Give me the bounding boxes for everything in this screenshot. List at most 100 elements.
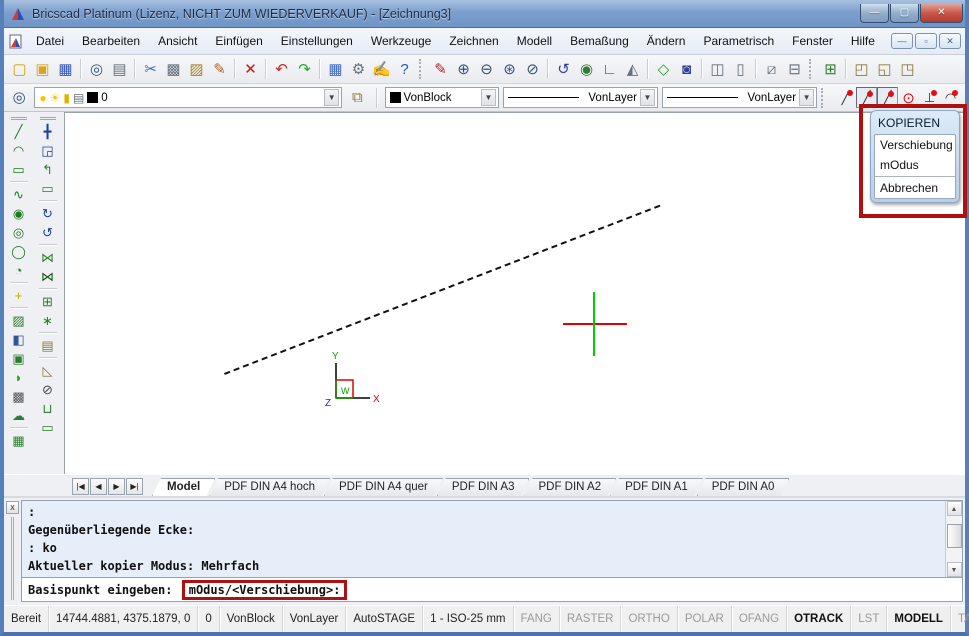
snap-toolbar-grip[interactable] <box>821 88 825 108</box>
status-toggle-polar[interactable]: POLAR <box>678 606 732 632</box>
status-cell-2[interactable]: 0 <box>198 606 219 632</box>
command-close-button[interactable]: x <box>6 501 19 514</box>
save-icon[interactable]: ▦ <box>54 58 77 80</box>
linetype-combo[interactable]: VonLayer ▼ <box>503 87 658 108</box>
menu--ndern[interactable]: Ändern <box>638 30 695 52</box>
layer-on-icon[interactable]: ● <box>39 92 46 104</box>
menu-zeichnen[interactable]: Zeichnen <box>440 30 507 52</box>
region-icon[interactable]: ▣ <box>8 349 30 368</box>
move-icon[interactable]: ╋ <box>37 122 59 141</box>
mdi-minimize-button[interactable]: — <box>891 33 913 49</box>
open-icon[interactable]: ▣ <box>31 58 54 80</box>
maximize-button[interactable]: ▢ <box>890 4 919 23</box>
menu-einf-gen[interactable]: Einfügen <box>206 30 271 52</box>
status-toggle-lst[interactable]: LST <box>851 606 887 632</box>
status-toggle-raster[interactable]: RASTER <box>560 606 622 632</box>
tab-pdf-din-a4-quer[interactable]: PDF DIN A4 quer <box>324 478 443 496</box>
rotate-3d-icon[interactable]: ↺ <box>37 223 59 242</box>
mirror-3d-icon[interactable]: ⋈ <box>37 267 59 286</box>
copy-entity-icon[interactable]: ◲ <box>37 141 59 160</box>
tab-pdf-din-a2[interactable]: PDF DIN A2 <box>523 478 616 496</box>
polyline-blob-icon[interactable]: ◗ <box>8 368 30 387</box>
toolbar-grip[interactable] <box>40 117 56 120</box>
menu-bema-ung[interactable]: Bemaßung <box>561 30 638 52</box>
zoom-out-icon[interactable]: ⊖ <box>475 58 498 80</box>
menu-ansicht[interactable]: Ansicht <box>149 30 206 52</box>
command-drag-grip[interactable] <box>11 517 14 600</box>
status-toggle-otrack[interactable]: OTRACK <box>787 606 851 632</box>
new-drawing-icon[interactable]: ▢ <box>8 58 31 80</box>
status-cell-6[interactable]: 1 - ISO-25 mm <box>423 606 513 632</box>
tab-nav-button-2[interactable]: ▶ <box>108 478 125 495</box>
print-icon[interactable]: ▤ <box>108 58 131 80</box>
gradient-icon[interactable]: ◧ <box>8 330 30 349</box>
sketch-icon[interactable]: ✎ <box>429 58 452 80</box>
group-icon[interactable]: ⊞ <box>819 58 842 80</box>
prompt-menu-item-modus[interactable]: mOdus <box>875 155 955 175</box>
layer-freeze-icon[interactable]: ☀ <box>50 92 61 104</box>
tab-nav-button-3[interactable]: ▶| <box>126 478 143 495</box>
drawing-explorer-icon[interactable]: ▦ <box>324 58 347 80</box>
toolbar-grip[interactable] <box>809 59 813 79</box>
layer-print-icon[interactable]: ▤ <box>73 92 84 104</box>
status-toggle-ortho[interactable]: ORTHO <box>621 606 677 632</box>
prompt-menu-item-verschiebung[interactable]: Verschiebung <box>875 135 955 155</box>
tab-pdf-din-a4-hoch[interactable]: PDF DIN A4 hoch <box>209 478 330 496</box>
ellipse-arc-icon[interactable]: ◔ <box>8 261 30 280</box>
scroll-thumb[interactable] <box>947 524 962 548</box>
menu-parametrisch[interactable]: Parametrisch <box>694 30 783 52</box>
zoom-extents-icon[interactable]: ⊛ <box>498 58 521 80</box>
menu-einstellungen[interactable]: Einstellungen <box>272 30 362 52</box>
donut-icon[interactable]: ◎ <box>8 223 30 242</box>
trim-icon[interactable]: ◺ <box>37 361 59 380</box>
ellipse-icon[interactable]: ◯ <box>8 242 30 261</box>
prompt-menu-item-abbrechen[interactable]: Abbrechen <box>875 178 955 198</box>
break-icon[interactable]: ⊘ <box>37 380 59 399</box>
revision-cloud-icon[interactable]: ☁ <box>8 406 30 425</box>
rectangle3d-icon[interactable]: ▭ <box>37 179 59 198</box>
document-icon[interactable] <box>8 34 23 49</box>
tab-nav-button-0[interactable]: |◀ <box>72 478 89 495</box>
orbit-icon[interactable]: ↺ <box>552 58 575 80</box>
join-icon[interactable]: ⊔ <box>37 399 59 418</box>
perspective-icon[interactable]: ◭ <box>621 58 644 80</box>
command-scrollbar[interactable]: ▲ ▼ <box>945 501 962 577</box>
toolbar-grip[interactable] <box>11 117 27 120</box>
redo-icon[interactable]: ↷ <box>293 58 316 80</box>
settings-icon[interactable]: ⚙ <box>347 58 370 80</box>
arc-icon[interactable]: ◠ <box>8 141 30 160</box>
join-entities-icon[interactable]: ◱ <box>873 58 896 80</box>
copy-icon[interactable]: ▩ <box>162 58 185 80</box>
status-cell-4[interactable]: VonLayer <box>283 606 347 632</box>
render-icon[interactable]: ◙ <box>675 58 698 80</box>
status-toggle-modell[interactable]: MODELL <box>887 606 951 632</box>
array-classic-icon[interactable]: ◳ <box>896 58 919 80</box>
tab-model[interactable]: Model <box>152 478 215 496</box>
line-icon[interactable]: ╱ <box>8 122 30 141</box>
menu-datei[interactable]: Datei <box>27 30 73 52</box>
status-toggle-tablett[interactable]: TABLETT <box>951 606 969 632</box>
toolbar-grip[interactable] <box>419 59 423 79</box>
print-preview-icon[interactable]: ◎ <box>85 58 108 80</box>
lineweight-combo-arrow-icon[interactable]: ▼ <box>799 89 814 106</box>
layer-combo[interactable]: ● ☀ ▮ ▤ 0 ▼ <box>34 87 342 108</box>
drawing-canvas[interactable]: Y X Z W <box>64 112 965 474</box>
status-toggle-ofang[interactable]: OFANG <box>732 606 787 632</box>
zoom-previous-icon[interactable]: ⊘ <box>521 58 544 80</box>
paste-icon[interactable]: ▨ <box>185 58 208 80</box>
menu-modell[interactable]: Modell <box>508 30 561 52</box>
color-combo[interactable]: VonBlock ▼ <box>385 87 499 108</box>
status-toggle-fang[interactable]: FANG <box>514 606 560 632</box>
point-icon[interactable]: + <box>8 286 30 305</box>
mirror-icon[interactable]: ⋈ <box>37 248 59 267</box>
mdi-restore-button[interactable]: ▫ <box>915 33 937 49</box>
rotate-icon[interactable]: ↻ <box>37 204 59 223</box>
tab-nav-button-1[interactable]: ◀ <box>90 478 107 495</box>
cut-icon[interactable]: ✂ <box>139 58 162 80</box>
notes-icon[interactable]: ✍ <box>370 58 393 80</box>
scroll-up-icon[interactable]: ▲ <box>947 501 962 516</box>
help-icon[interactable]: ? <box>393 58 416 80</box>
menu-bearbeiten[interactable]: Bearbeiten <box>73 30 149 52</box>
color-combo-arrow-icon[interactable]: ▼ <box>481 89 496 106</box>
status-cell-5[interactable]: AutoSTAGE <box>346 606 423 632</box>
